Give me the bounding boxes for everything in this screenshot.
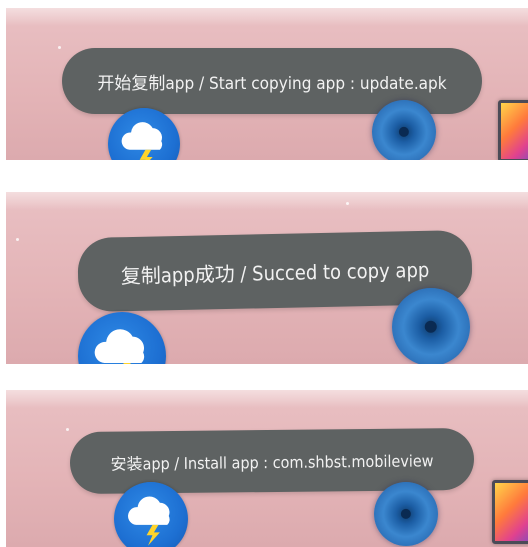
toast-text: 开始复制app / Start copying app : update.apk	[97, 73, 447, 94]
wallpaper-speck	[58, 46, 61, 49]
screenshot-frame-copy-success: 复制app成功 / Succed to copy app	[6, 192, 528, 364]
weather-cloud-lightning-icon[interactable]	[108, 108, 180, 160]
cloud-lightning-icon	[121, 122, 163, 160]
gallery-icon[interactable]	[492, 480, 528, 544]
weather-cloud-lightning-icon[interactable]	[114, 482, 188, 547]
speaker-icon[interactable]	[374, 482, 438, 546]
weather-cloud-lightning-icon[interactable]	[78, 312, 166, 364]
wallpaper-speck	[16, 238, 19, 241]
screenshot-frame-installing: 安装app / Install app : com.shbst.mobilevi…	[6, 390, 528, 547]
cloud-lightning-icon	[128, 496, 170, 546]
speaker-icon[interactable]	[392, 288, 470, 364]
gallery-icon[interactable]	[498, 100, 528, 160]
wallpaper-speck	[346, 202, 349, 205]
wallpaper-speck	[66, 428, 69, 431]
toast-text: 安装app / Install app : com.shbst.mobilevi…	[110, 451, 434, 474]
speaker-icon[interactable]	[372, 100, 436, 160]
cloud-lightning-icon	[94, 329, 145, 364]
toast-text: 复制app成功 / Succed to copy app	[120, 257, 430, 288]
screenshot-frame-start-copying: 开始复制app / Start copying app : update.apk	[6, 8, 528, 160]
